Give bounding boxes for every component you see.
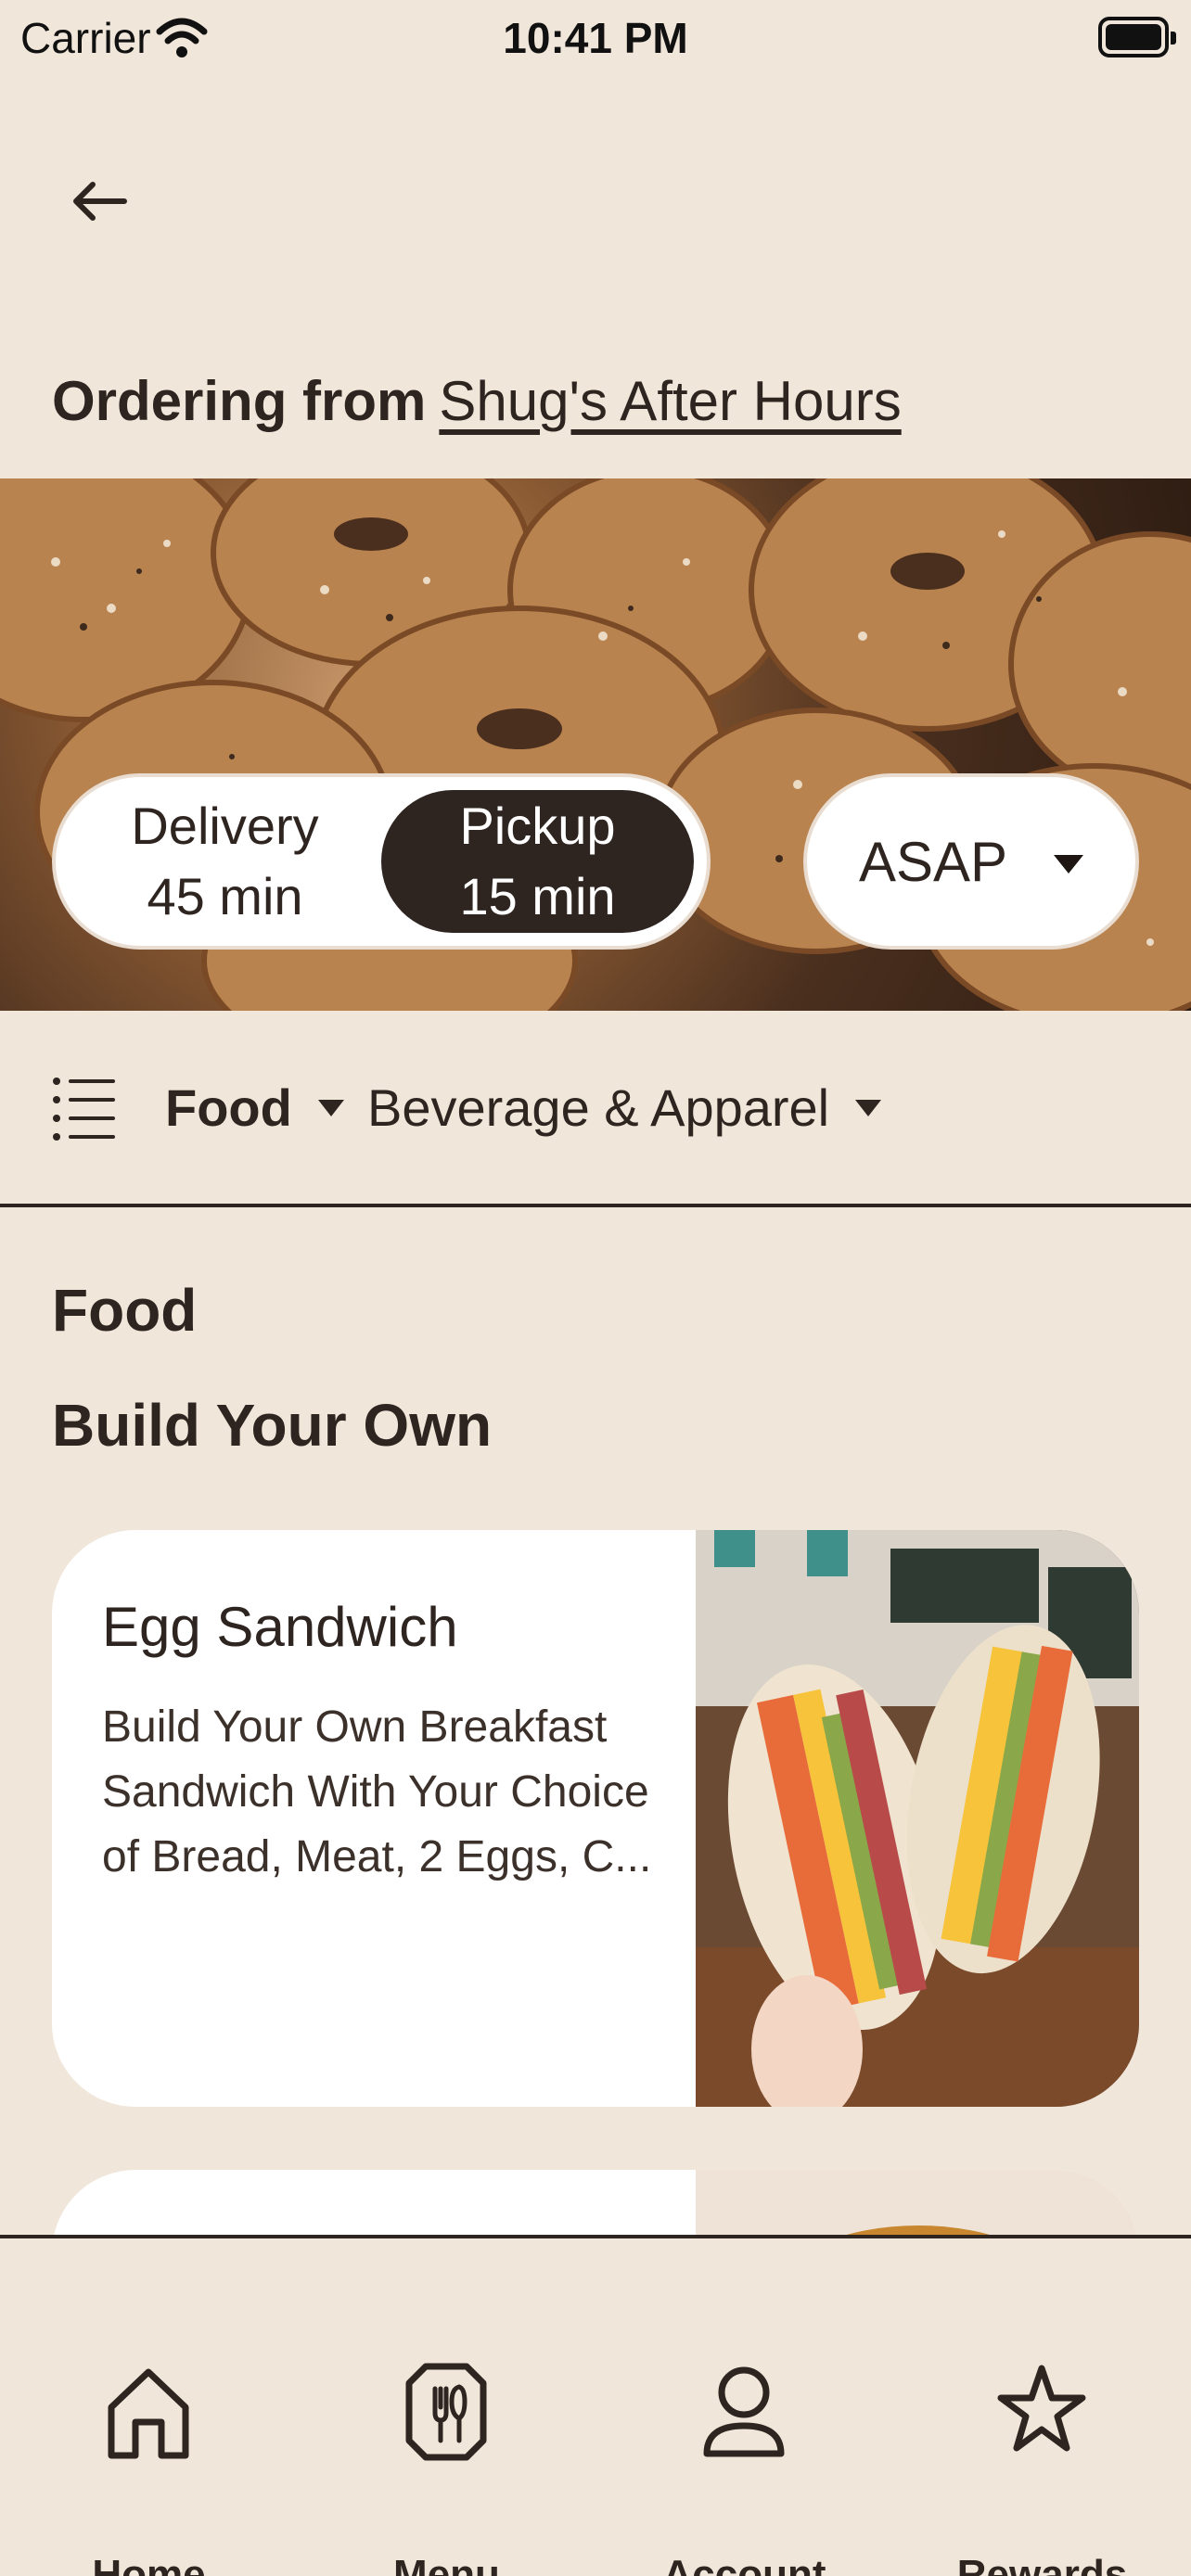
section-title: Food xyxy=(52,1277,198,1344)
nav-home-label: Home xyxy=(92,2552,206,2576)
back-arrow-icon[interactable] xyxy=(56,167,139,250)
subsection-title: Build Your Own xyxy=(52,1392,493,1459)
product-image xyxy=(696,1530,1139,2107)
account-icon xyxy=(703,2366,785,2457)
nav-rewards[interactable]: Rewards xyxy=(893,2238,1191,2576)
status-bar: Carrier 10:41 PM xyxy=(0,0,1191,80)
home-icon xyxy=(108,2368,189,2459)
nav-menu[interactable]: Menu xyxy=(298,2238,596,2576)
delivery-time: 45 min xyxy=(147,867,303,925)
product-card-egg-sandwich[interactable]: Egg Sandwich Build Your Own Breakfast Sa… xyxy=(52,1530,1139,2107)
nav-home[interactable]: Home xyxy=(0,2238,298,2576)
delivery-option[interactable]: Delivery 45 min xyxy=(69,790,381,933)
nav-account[interactable]: Account xyxy=(596,2238,893,2576)
list-icon[interactable] xyxy=(52,1076,117,1142)
ordering-from-header: Ordering from Shug's After Hours xyxy=(52,369,902,433)
menu-utensils-icon xyxy=(405,2363,487,2461)
bottom-navigation: Home Menu Account Rewards xyxy=(0,2235,1191,2576)
nav-menu-label: Menu xyxy=(393,2552,500,2576)
delivery-label: Delivery xyxy=(131,797,319,855)
caret-down-icon xyxy=(317,1100,344,1117)
star-icon xyxy=(997,2365,1086,2452)
app-screen: Carrier 10:41 PM Ordering from Shug's Aft… xyxy=(0,0,1191,2576)
product-description: Build Your Own Breakfast Sandwich With Y… xyxy=(102,1702,652,1881)
status-time: 10:41 PM xyxy=(503,14,688,62)
category-beverage-label: Beverage & Apparel xyxy=(367,1078,830,1137)
caret-down-icon xyxy=(1054,855,1083,874)
store-name-link[interactable]: Shug's After Hours xyxy=(439,370,901,432)
battery-icon xyxy=(1098,17,1176,57)
category-bar: Food Beverage & Apparel xyxy=(0,1011,1191,1207)
pickup-option[interactable]: Pickup 15 min xyxy=(381,790,694,933)
pickup-time: 15 min xyxy=(459,867,616,925)
category-food-label: Food xyxy=(165,1078,292,1137)
category-beverage-dropdown[interactable]: Beverage & Apparel xyxy=(367,1078,882,1138)
pickup-label: Pickup xyxy=(459,797,616,855)
caret-down-icon xyxy=(855,1100,882,1117)
nav-rewards-label: Rewards xyxy=(956,2552,1128,2576)
product-name: Egg Sandwich xyxy=(102,1596,458,1658)
order-time-value: ASAP xyxy=(859,830,1008,893)
nav-account-label: Account xyxy=(662,2552,826,2576)
category-food-dropdown[interactable]: Food xyxy=(165,1078,344,1138)
order-mode-toggle: Delivery 45 min Pickup 15 min xyxy=(52,773,711,950)
ordering-label: Ordering from xyxy=(52,370,427,432)
order-time-dropdown[interactable]: ASAP xyxy=(803,773,1139,950)
